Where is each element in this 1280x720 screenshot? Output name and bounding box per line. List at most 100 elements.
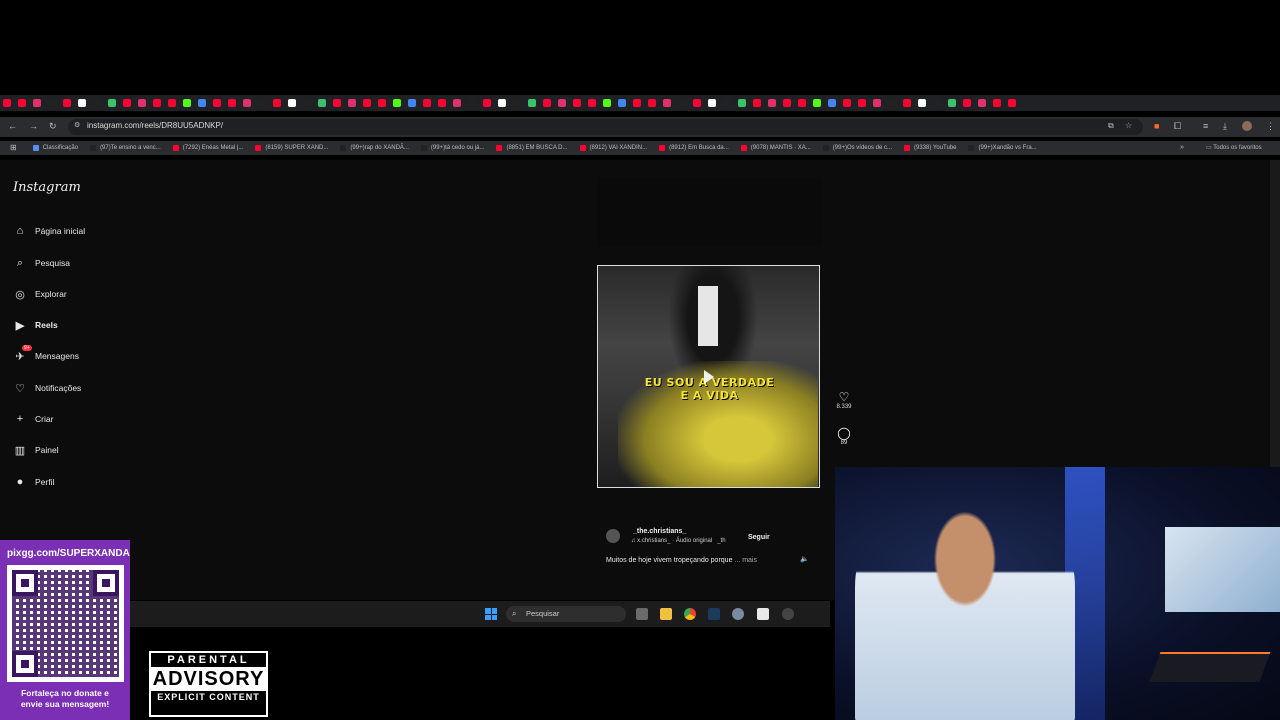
browser-tab[interactable] xyxy=(828,99,836,107)
browser-tab[interactable] xyxy=(723,99,731,107)
browser-tab[interactable] xyxy=(678,99,686,107)
browser-tab[interactable] xyxy=(648,99,656,107)
browser-tab[interactable] xyxy=(588,99,596,107)
browser-tab[interactable] xyxy=(693,99,701,107)
browser-tab[interactable] xyxy=(423,99,431,107)
reload-icon[interactable]: ↻ xyxy=(49,122,57,131)
more-link[interactable]: ... mais xyxy=(734,557,757,564)
browser-tab[interactable] xyxy=(363,99,371,107)
play-icon[interactable] xyxy=(704,370,714,384)
browser-tab[interactable] xyxy=(453,99,461,107)
browser-tab[interactable] xyxy=(183,99,191,107)
bookmark-item[interactable]: (7292) Enéas Metal |... xyxy=(172,145,243,151)
browser-tab[interactable] xyxy=(18,99,26,107)
browser-tab[interactable] xyxy=(738,99,746,107)
browser-tab[interactable] xyxy=(138,99,146,107)
browser-tab[interactable] xyxy=(903,99,911,107)
browser-tab[interactable] xyxy=(153,99,161,107)
steam-icon[interactable] xyxy=(708,608,720,620)
audio-info[interactable]: ♫ x.christians_ · Áudio original _th xyxy=(631,538,726,544)
browser-tab[interactable] xyxy=(933,99,941,107)
app-icon[interactable] xyxy=(782,608,794,620)
like-button[interactable]: ♡ 8.339 xyxy=(834,391,854,411)
author-avatar[interactable] xyxy=(606,529,620,543)
file-explorer-icon[interactable] xyxy=(660,608,672,620)
browser-tab[interactable] xyxy=(618,99,626,107)
nav-item-search[interactable]: ⌕ Pesquisa xyxy=(13,255,70,271)
browser-tab[interactable] xyxy=(288,99,296,107)
download-icon[interactable]: ⤓ xyxy=(1223,122,1227,131)
media-icon[interactable]: ≡ xyxy=(1203,122,1208,131)
browser-tab[interactable] xyxy=(813,99,821,107)
taskbar-search[interactable]: ⌕ Pesquisar xyxy=(506,606,626,622)
browser-tab[interactable] xyxy=(483,99,491,107)
bookmark-item[interactable]: (8912) Em Busca da... xyxy=(659,145,729,151)
browser-tab[interactable] xyxy=(78,99,86,107)
bookmark-item[interactable]: Classificação xyxy=(32,145,78,151)
browser-tab[interactable] xyxy=(378,99,386,107)
browser-tab[interactable] xyxy=(603,99,611,107)
nav-item-messages[interactable]: ✈ 9+ Mensagens xyxy=(13,345,79,364)
browser-tab[interactable] xyxy=(873,99,881,107)
browser-tab[interactable] xyxy=(843,99,851,107)
browser-tab[interactable] xyxy=(213,99,221,107)
task-view-icon[interactable] xyxy=(636,608,648,620)
browser-tab[interactable] xyxy=(258,99,266,107)
nav-item-reels[interactable]: ▶ Reels xyxy=(13,317,58,333)
bookmark-item[interactable]: (99+)Xandão vs Fra... xyxy=(968,145,1037,151)
browser-tab[interactable] xyxy=(33,99,41,107)
browser-tab[interactable] xyxy=(48,99,56,107)
browser-tab[interactable] xyxy=(3,99,11,107)
bookmark-item[interactable]: (99+)rap do XANDÃ... xyxy=(340,145,409,151)
notepad-icon[interactable] xyxy=(757,608,769,620)
browser-tab[interactable] xyxy=(498,99,506,107)
bookmark-item[interactable]: (99+)Os vídeos de c... xyxy=(822,145,892,151)
bookmark-item[interactable]: (9338) YouTube xyxy=(904,145,956,151)
browser-tab[interactable] xyxy=(528,99,536,107)
site-info-icon[interactable]: ⚙ xyxy=(74,122,80,129)
apps-icon[interactable]: ⊞ xyxy=(10,144,17,152)
browser-tab[interactable] xyxy=(393,99,401,107)
bookmark-item[interactable]: (99+)tá cedo ou já... xyxy=(420,145,484,151)
browser-tab[interactable] xyxy=(558,99,566,107)
back-icon[interactable]: ← xyxy=(8,122,17,131)
nav-item-explore[interactable]: ◎ Explorar xyxy=(13,286,66,302)
browser-tab[interactable] xyxy=(948,99,956,107)
browser-tab[interactable] xyxy=(858,99,866,107)
follow-button[interactable]: Seguir xyxy=(748,534,770,541)
browser-tab[interactable] xyxy=(768,99,776,107)
browser-tab[interactable] xyxy=(408,99,416,107)
all-favorites-folder[interactable]: ▭ Todos os favoritos xyxy=(1206,144,1262,151)
extensions-puzzle-icon[interactable]: ⧠ xyxy=(1174,122,1181,131)
instagram-logo[interactable]: Instagram xyxy=(13,180,81,195)
nav-item-dashboard[interactable]: ▥ Painel xyxy=(13,442,59,458)
browser-tab[interactable] xyxy=(438,99,446,107)
browser-tab[interactable] xyxy=(708,99,716,107)
browser-tab[interactable] xyxy=(348,99,356,107)
browser-tab[interactable] xyxy=(783,99,791,107)
bookmark-item[interactable]: (8912) VAI XANDIN... xyxy=(579,145,647,151)
author-username[interactable]: _the.christians_ xyxy=(633,528,686,535)
browser-tab[interactable] xyxy=(798,99,806,107)
browser-tab[interactable] xyxy=(333,99,341,107)
forward-icon[interactable]: → xyxy=(29,122,38,131)
browser-tab[interactable] xyxy=(273,99,281,107)
nav-item-create[interactable]: + Criar xyxy=(13,411,54,427)
bookmark-item[interactable]: (8851) EM BUSCA D... xyxy=(496,145,568,151)
windows-start-icon[interactable] xyxy=(485,608,497,620)
nav-item-notifications[interactable]: ♡ Notificações xyxy=(13,380,81,396)
browser-tab[interactable] xyxy=(753,99,761,107)
browser-tab[interactable] xyxy=(633,99,641,107)
volume-icon[interactable]: 🔈 xyxy=(800,555,809,563)
menu-icon[interactable]: ⋮ xyxy=(1266,122,1275,131)
browser-tab[interactable] xyxy=(918,99,926,107)
chrome-icon[interactable] xyxy=(684,608,696,620)
settings-icon[interactable] xyxy=(732,608,744,620)
nav-item-profile[interactable]: ● Perfil xyxy=(13,474,55,490)
install-icon[interactable]: ⧉ xyxy=(1108,122,1114,130)
more-bookmarks-icon[interactable]: » xyxy=(1180,144,1184,151)
browser-tab[interactable] xyxy=(303,99,311,107)
extension-icon[interactable]: ■ xyxy=(1154,122,1159,131)
browser-tab[interactable] xyxy=(1008,99,1016,107)
browser-tab[interactable] xyxy=(888,99,896,107)
